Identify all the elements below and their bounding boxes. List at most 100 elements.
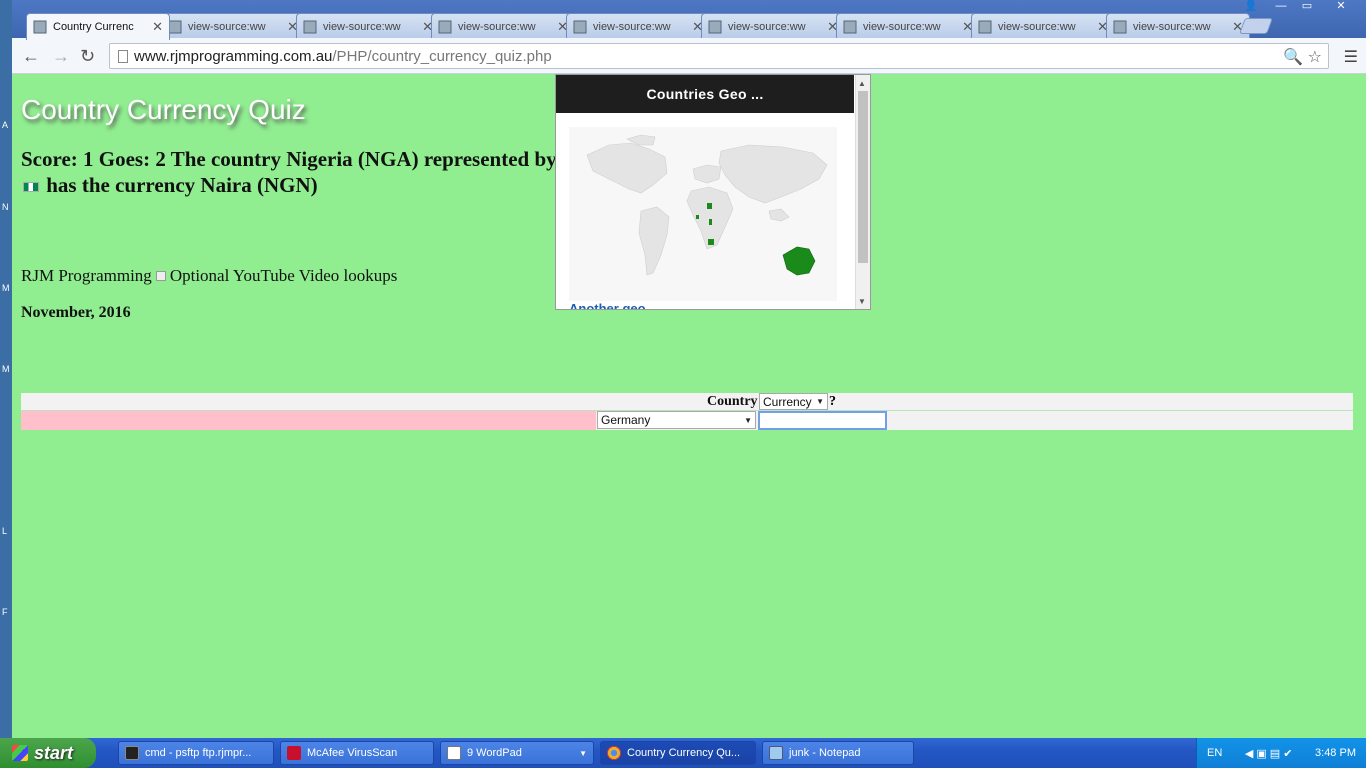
tray-icons[interactable]: ◀ ▣ ▤ ✔ (1245, 747, 1293, 760)
close-window-icon[interactable]: ✕ (1328, 0, 1354, 14)
taskbar-item-chrome[interactable]: Country Currency Qu... (600, 741, 756, 765)
tab-country-currency[interactable]: Country Currenc ✕ (26, 13, 170, 40)
browser-toolbar: ← → ↻ www.rjmprogramming.com.au/PHP/coun… (12, 38, 1366, 74)
chevron-down-icon: ▼ (579, 748, 587, 758)
youtube-label: Optional YouTube Video lookups (169, 266, 398, 285)
page-viewport: Country Currency Quiz Score: 1 Goes: 2 T… (12, 74, 1366, 738)
page-favicon-icon (843, 20, 857, 33)
cmd-icon (125, 746, 139, 760)
currency-line: has the currency Naira (NGN) (46, 173, 318, 197)
page-favicon-icon (1113, 20, 1127, 33)
tab-title: view-source:ww (728, 20, 806, 33)
start-button[interactable]: start (0, 738, 96, 768)
page-favicon-icon (303, 20, 317, 33)
chevron-down-icon: ▼ (744, 415, 752, 425)
minimize-icon[interactable]: — (1268, 0, 1294, 14)
clock[interactable]: 3:48 PM (1315, 747, 1356, 759)
question-mark: ? (829, 394, 836, 409)
page-icon (118, 50, 128, 63)
score-text: Score: 1 Goes: 2 The country Nigeria (NG… (21, 146, 561, 198)
rjm-link[interactable]: RJM Programming (21, 266, 152, 286)
tab-strip: Country Currenc ✕ view-source:ww ✕ view-… (12, 0, 1366, 40)
taskbar-label: Country Currency Qu... (627, 747, 741, 759)
menu-icon[interactable]: ☰ (1344, 47, 1358, 67)
tab-view-source[interactable]: view-source:ww ✕ (701, 13, 845, 39)
tab-title: Country Currenc (53, 21, 134, 33)
quiz-answer-row: Germany ▼ (21, 411, 1353, 430)
scroll-down-icon[interactable]: ▼ (858, 297, 866, 306)
tab-view-source[interactable]: view-source:ww ✕ (1106, 13, 1250, 39)
back-arrow-icon[interactable]: ← (22, 46, 40, 66)
nigeria-flag-icon (23, 182, 39, 193)
taskbar-item-cmd[interactable]: cmd - psftp ftp.rjmpr... (118, 741, 274, 765)
taskbar-label: McAfee VirusScan (307, 747, 398, 759)
scroll-up-icon[interactable]: ▲ (858, 79, 866, 88)
widget-scroll-thumb[interactable] (858, 91, 868, 263)
maximize-icon[interactable]: ▭ (1294, 0, 1320, 14)
youtube-checkbox[interactable] (155, 271, 166, 281)
another-geo-link[interactable]: Another geo (569, 301, 646, 309)
notepad-icon (769, 746, 783, 760)
quiz-mode-select[interactable]: Currency ▼ (759, 393, 828, 410)
desktop-letter: F (2, 607, 8, 617)
url-path: /PHP/country_currency_quiz.php (332, 47, 552, 65)
desktop-letter: M (2, 283, 10, 293)
desktop-letter: M (2, 364, 10, 374)
page-favicon-icon (978, 20, 992, 33)
tab-view-source[interactable]: view-source:ww ✕ (836, 13, 980, 39)
tab-title: view-source:ww (863, 20, 941, 33)
desktop-edge: A N M M L F (0, 0, 12, 738)
quiz-mode-value: Currency (763, 394, 812, 409)
score-line: Score: 1 Goes: 2 The country Nigeria (NG… (21, 147, 557, 171)
taskbar-item-wordpad[interactable]: 9 WordPad ▼ (440, 741, 594, 765)
taskbar-label: junk - Notepad (789, 747, 861, 759)
country-select-value: Germany (601, 413, 651, 427)
rjm-line: RJM Programming Optional YouTube Video l… (21, 266, 397, 286)
desktop-letter: L (2, 526, 8, 536)
tab-view-source[interactable]: view-source:ww ✕ (971, 13, 1115, 39)
zoom-icon[interactable]: 🔍 (1283, 49, 1303, 66)
tab-view-source[interactable]: view-source:ww ✕ (296, 13, 440, 39)
tab-view-source[interactable]: view-source:ww ✕ (566, 13, 710, 39)
taskbar-item-mcafee[interactable]: McAfee VirusScan (280, 741, 434, 765)
windows-logo-icon (12, 745, 28, 761)
page-favicon-icon (708, 20, 722, 33)
tab-view-source[interactable]: view-source:ww ✕ (431, 13, 575, 39)
widget-heading: Countries Geo ... (556, 75, 854, 113)
wordpad-icon (447, 746, 461, 760)
start-label: start (34, 742, 74, 763)
country-select[interactable]: Germany ▼ (597, 411, 756, 429)
tab-title: view-source:ww (998, 20, 1076, 33)
new-tab-button[interactable] (1239, 18, 1273, 34)
page-favicon-icon (33, 20, 47, 34)
tab-view-source[interactable]: view-source:ww ✕ (161, 13, 305, 39)
tab-title: view-source:ww (458, 20, 536, 33)
system-tray: EN ◀ ▣ ▤ ✔ 3:48 PM (1196, 738, 1366, 768)
reload-icon[interactable]: ↻ (80, 46, 95, 66)
quiz-table: Country Currency ▼ ? Germany ▼ (21, 393, 1353, 430)
language-indicator[interactable]: EN (1207, 747, 1222, 759)
world-map[interactable] (569, 127, 837, 301)
forward-arrow-icon[interactable]: → (52, 46, 70, 66)
chrome-icon (607, 746, 621, 760)
feedback-cell (21, 411, 596, 430)
answer-input[interactable] (758, 411, 887, 430)
page-favicon-icon (573, 20, 587, 33)
url-host: www.rjmprogramming.com.au (134, 47, 333, 65)
geo-widget-frame[interactable]: Countries Geo ... Another geo ▲ ▼ (555, 74, 871, 310)
tab-title: view-source:ww (593, 20, 671, 33)
bookmark-star-icon[interactable]: ☆ (1308, 49, 1322, 66)
page-favicon-icon (168, 20, 182, 33)
date-text: November, 2016 (21, 304, 131, 321)
user-profile-icon[interactable]: 👤 (1238, 0, 1264, 14)
zoom-and-bookmark-icons[interactable]: 🔍 ☆ (1283, 47, 1322, 67)
page-favicon-icon (438, 20, 452, 33)
page-title: Country Currency Quiz (21, 94, 306, 125)
country-header: Country (707, 394, 758, 409)
address-bar[interactable]: www.rjmprogramming.com.au/PHP/country_cu… (109, 43, 1329, 69)
close-tab-icon[interactable]: ✕ (152, 19, 163, 35)
chevron-down-icon: ▼ (816, 397, 824, 406)
tab-title: view-source:ww (188, 20, 266, 33)
taskbar: start cmd - psftp ftp.rjmpr... McAfee Vi… (0, 738, 1366, 768)
taskbar-item-notepad[interactable]: junk - Notepad (762, 741, 914, 765)
